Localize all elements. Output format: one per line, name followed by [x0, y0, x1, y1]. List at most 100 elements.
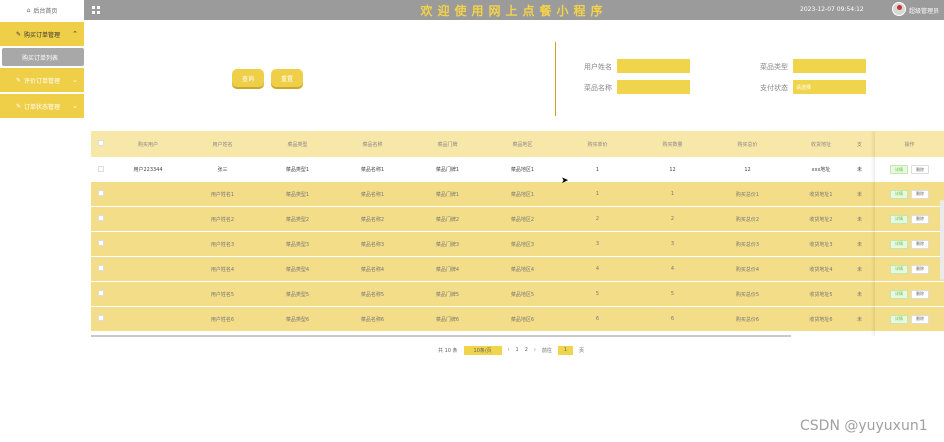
table-cell: 购买总价1 [735, 191, 760, 198]
row-actions: 详情 删除 [875, 207, 944, 232]
chevron-down-icon: ⌄ [72, 76, 78, 84]
table-cell: 菜品类型1 [285, 191, 310, 198]
column-header[interactable]: 菜品门牌 [410, 141, 485, 148]
page-number[interactable]: 2 [525, 347, 528, 353]
delete-button[interactable]: 删除 [911, 214, 929, 224]
delete-button[interactable]: 删除 [911, 239, 929, 249]
table-cell: 收货地址6 [809, 316, 833, 323]
table-cell: 菜品门牌1 [435, 167, 460, 173]
sidebar: ⌂ 后台首页 ✎ 购买订单管理 ⌃ 购买订单列表 ✎ 评价订单管理 ⌄ ✎ 订单… [0, 0, 84, 442]
table-row[interactable]: 用户姓名3 菜品类型3 菜品名称3 菜品门牌3 菜品地区3 3 3 购买总价3 收货地址3 未 [91, 232, 944, 257]
column-header[interactable]: 支 [857, 141, 867, 148]
select-all-checkbox[interactable] [91, 140, 111, 148]
header-username[interactable]: 超级管理员 [909, 6, 939, 15]
prev-page-button[interactable]: ‹ [508, 347, 510, 353]
delete-button[interactable]: 删除 [911, 314, 929, 324]
table-cell: 菜品名称6 [360, 316, 385, 323]
table-cell: 未 [857, 266, 863, 273]
table-cell: 菜品地区6 [510, 316, 535, 323]
sidebar-group-reviews[interactable]: ✎ 评价订单管理 ⌄ [0, 68, 84, 92]
row-checkbox[interactable] [91, 315, 111, 323]
detail-button[interactable]: 详情 [890, 289, 908, 299]
table-cell: 菜品地区1 [510, 191, 535, 198]
detail-button[interactable]: 详情 [890, 264, 908, 274]
delete-button[interactable]: 删除 [911, 189, 929, 199]
vertical-scroll-handle[interactable] [940, 200, 944, 280]
column-header[interactable]: 菜品名称 [335, 141, 410, 148]
horizontal-scrollbar[interactable] [91, 335, 791, 337]
pay-status-placeholder: 请选择 [796, 84, 812, 91]
table-row[interactable]: 用户姓名1 菜品类型1 菜品名称1 菜品门牌1 菜品地区1 1 1 购买总价1 收货地址1 未 [91, 182, 944, 207]
reset-button[interactable]: 重置 [271, 69, 303, 87]
header-time: 2023-12-07 09:54:12 [800, 6, 864, 13]
pay-status-label: 支付状态 [760, 84, 788, 92]
column-header[interactable]: 购买用户 [111, 141, 185, 148]
table-row[interactable]: 用户姓名5 菜品类型5 菜品名称5 菜品门牌5 菜品地区5 5 5 购买总价5 收货地址5 未 [91, 282, 944, 307]
delete-button[interactable]: 删除 [911, 289, 929, 299]
column-header[interactable]: 购买单价 [560, 141, 635, 148]
next-page-button[interactable]: › [534, 347, 536, 353]
table-cell: 6 [595, 316, 600, 322]
table-cell: 5 [595, 291, 600, 297]
table-cell: 用户姓名4 [210, 266, 235, 273]
table-cell: 菜品名称5 [360, 291, 385, 298]
column-header[interactable]: 菜品地区 [485, 141, 560, 148]
column-header[interactable]: 菜品类型 [260, 141, 335, 148]
detail-button[interactable]: 详情 [890, 214, 908, 224]
table-row[interactable]: 用户姓名6 菜品类型6 菜品名称6 菜品门牌6 菜品地区6 6 6 购买总价6 收货地址6 未 [91, 307, 944, 332]
table-cell: 购买总价2 [735, 216, 760, 223]
table-row[interactable]: 用户姓名4 菜品类型4 菜品名称4 菜品门牌4 菜品地区4 4 4 购买总价4 收货地址4 未 [91, 257, 944, 282]
page-size-select[interactable]: 10条/页 [463, 345, 502, 355]
column-header[interactable]: 收货地址 [785, 141, 857, 148]
row-actions: 详情 删除 [875, 282, 944, 307]
detail-button[interactable]: 详情 [890, 189, 908, 199]
sidebar-group-status[interactable]: ✎ 订单状态管理 ⌄ [0, 94, 84, 118]
home-icon: ⌂ [26, 6, 31, 14]
column-header-operation: 操作 [875, 131, 944, 157]
table-row[interactable]: 用户姓名2 菜品类型2 菜品名称2 菜品门牌2 菜品地区2 2 2 购买总价2 收货地址2 未 [91, 207, 944, 232]
pagination: 共 10 条 10条/页 ‹ 1 2 › 前往 1 页 [438, 345, 584, 355]
chevron-down-icon: ⌄ [72, 102, 78, 110]
column-header[interactable]: 用户姓名 [185, 141, 260, 148]
detail-button[interactable]: 详情 [890, 239, 908, 249]
column-header[interactable]: 购买数量 [635, 141, 710, 148]
avatar[interactable] [892, 2, 906, 16]
delete-button[interactable]: 删除 [911, 264, 929, 274]
table-cell: 菜品地区2 [510, 216, 535, 223]
query-button[interactable]: 查询 [232, 69, 264, 87]
goto-page-input[interactable]: 1 [557, 345, 573, 355]
sidebar-home[interactable]: ⌂ 后台首页 [0, 0, 84, 20]
delete-button[interactable]: 删除 [911, 165, 929, 174]
pay-status-select[interactable]: 请选择 [793, 80, 866, 94]
row-checkbox[interactable] [91, 190, 111, 198]
table-cell: 菜品门牌2 [435, 216, 460, 223]
sidebar-group-label: 评价订单管理 [24, 77, 61, 85]
row-checkbox[interactable] [91, 240, 111, 248]
detail-button[interactable]: 详情 [890, 165, 908, 174]
row-checkbox[interactable] [91, 290, 111, 298]
table-row[interactable]: 用户223344 张三 菜品类型1 菜品名称1 菜品门牌1 菜品地区1 1 12 12 xxx地址… [91, 157, 944, 182]
table-cell: 菜品门牌4 [435, 266, 460, 273]
dish-input[interactable] [617, 80, 690, 94]
table-cell: 菜品类型2 [285, 216, 310, 223]
username-input[interactable] [617, 59, 690, 73]
category-input[interactable] [793, 59, 866, 73]
table-cell: 用户223344 [133, 167, 163, 173]
row-actions: 详情 删除 [875, 307, 944, 332]
goto-unit: 页 [578, 347, 584, 354]
table-cell: 用户姓名6 [210, 316, 235, 323]
sidebar-group-label: 购买订单管理 [24, 31, 61, 39]
page-number[interactable]: 1 [516, 347, 519, 353]
column-header[interactable]: 购买总价 [710, 141, 785, 148]
sidebar-item-order-list[interactable]: 购买订单列表 [2, 48, 84, 66]
row-checkbox[interactable] [91, 165, 111, 174]
row-checkbox[interactable] [91, 265, 111, 273]
detail-button[interactable]: 详情 [890, 314, 908, 324]
table-cell: 菜品地区1 [510, 167, 535, 173]
table-cell: 未 [857, 216, 863, 223]
table-cell: 未 [857, 167, 863, 173]
row-checkbox[interactable] [91, 215, 111, 223]
sidebar-group-orders[interactable]: ✎ 购买订单管理 ⌃ [0, 22, 84, 46]
table-cell: 菜品类型3 [285, 241, 310, 248]
table-cell: 12 [669, 166, 676, 173]
